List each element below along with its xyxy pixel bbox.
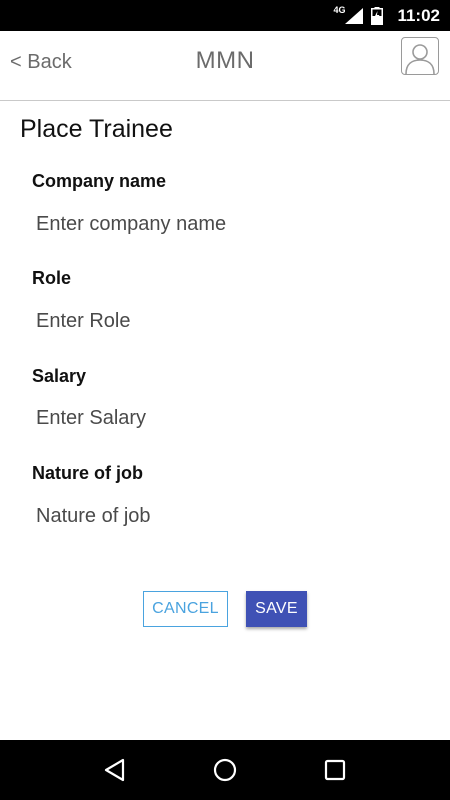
network-type: 4G bbox=[333, 4, 346, 15]
system-nav-bar bbox=[0, 740, 450, 800]
page-title: Place Trainee bbox=[20, 115, 173, 143]
signal-icon bbox=[345, 7, 364, 24]
cancel-button[interactable]: CANCEL bbox=[143, 591, 228, 627]
clock: 11:02 bbox=[397, 5, 440, 25]
nav-back-icon bbox=[104, 758, 125, 782]
nav-home-button[interactable] bbox=[205, 750, 245, 790]
app-title: MMN bbox=[195, 47, 255, 74]
company-name-input[interactable] bbox=[32, 207, 412, 241]
app-header: < Back MMN bbox=[0, 31, 450, 101]
user-avatar-icon bbox=[405, 44, 435, 74]
salary-label: Salary bbox=[32, 366, 87, 386]
salary-input[interactable] bbox=[32, 401, 412, 435]
battery-icon bbox=[371, 6, 384, 25]
role-label: Role bbox=[32, 268, 72, 288]
avatar[interactable] bbox=[401, 37, 439, 75]
status-bar: 4G 11:02 bbox=[0, 0, 450, 31]
nature-of-job-input[interactable] bbox=[32, 499, 412, 533]
save-button[interactable]: SAVE bbox=[246, 591, 307, 627]
company-name-label: Company name bbox=[32, 171, 167, 191]
nav-back-button[interactable] bbox=[95, 750, 135, 790]
nature-of-job-label: Nature of job bbox=[32, 463, 143, 483]
nav-home-icon bbox=[213, 758, 237, 782]
nav-recents-icon bbox=[324, 759, 346, 781]
nav-recents-button[interactable] bbox=[315, 750, 355, 790]
role-input[interactable] bbox=[32, 304, 412, 338]
